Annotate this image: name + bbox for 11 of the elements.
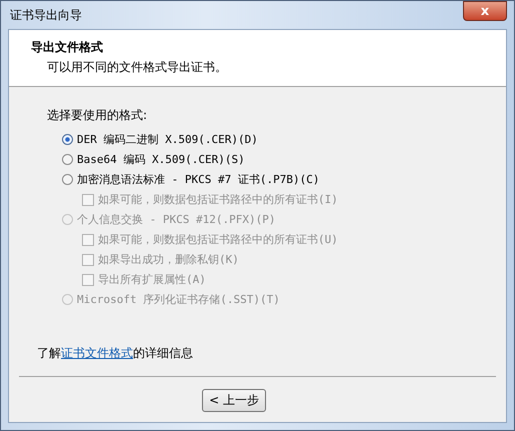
format-radio[interactable]: 加密消息语法标准 - PKCS #7 证书(.P7B)(C) — [62, 172, 320, 187]
page-subtitle: 可以用不同的文件格式导出证书。 — [46, 59, 228, 76]
format-radio[interactable]: DER 编码二进制 X.509(.CER)(D) — [62, 132, 258, 147]
format-prompt: 选择要使用的格式: — [47, 107, 148, 124]
format-link[interactable]: 证书文件格式 — [61, 346, 133, 360]
format-radio[interactable]: Base64 编码 X.509(.CER)(S) — [62, 152, 245, 167]
back-button[interactable]: < 上一步 — [202, 389, 266, 412]
info-text: 了解证书文件格式的详细信息 — [36, 345, 194, 362]
window-title: 证书导出向导 — [9, 6, 82, 24]
page-heading: 导出文件格式 — [31, 39, 104, 56]
close-button[interactable]: x — [463, 1, 507, 21]
